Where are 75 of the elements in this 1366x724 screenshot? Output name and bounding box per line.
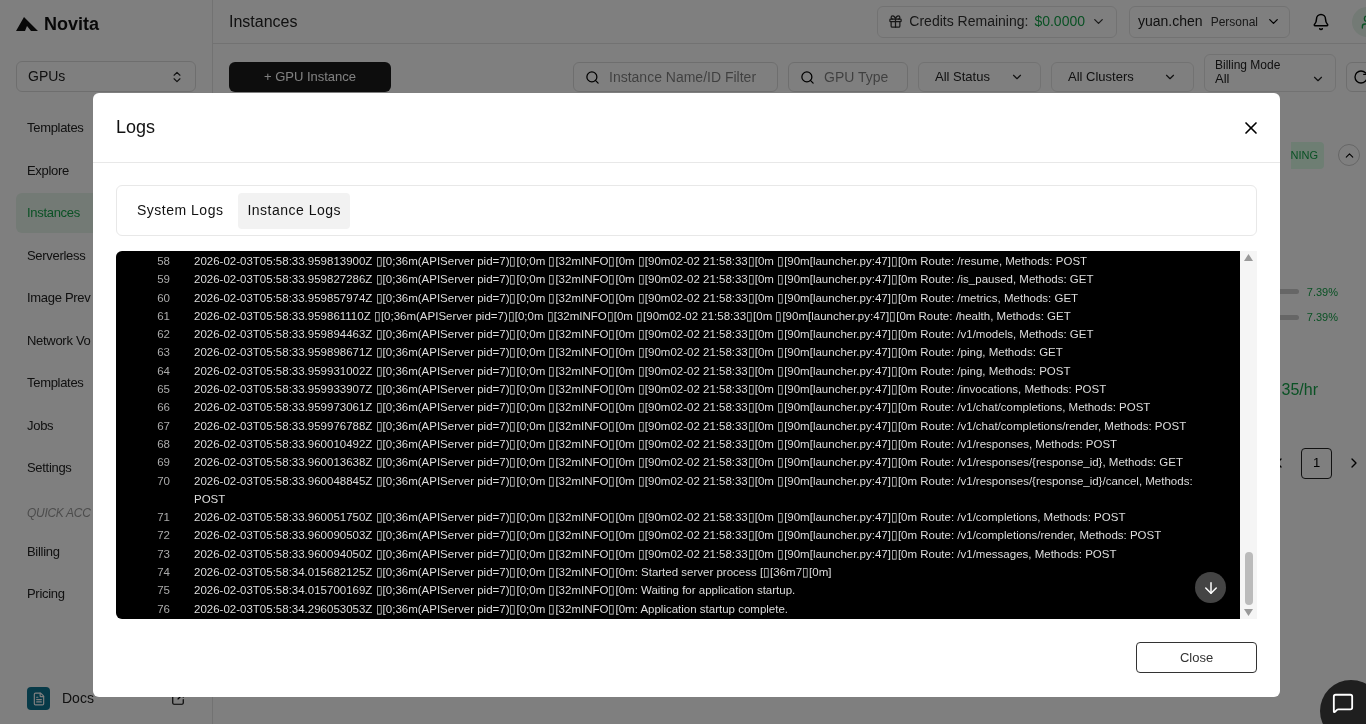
- line-number: 63: [156, 345, 170, 361]
- search-icon: [585, 70, 600, 85]
- log-line: 2026-02-03T05:58:33.959857974Z ▯[0;36m(APIServer pid=7)▯[0;0m ▯[32mINFO▯[0m ▯[90m02-02 21:58:33▯[0m ▯[90m[launcher.py:47]▯[0m Route: /metrics, Methods: GET: [194, 290, 1080, 306]
- logo-icon: [16, 17, 38, 31]
- line-number: 69: [156, 455, 170, 471]
- line-number: 76: [156, 601, 170, 617]
- line-number: 60: [156, 290, 170, 306]
- credits-label: Credits Remaining:: [909, 12, 1029, 31]
- page-title: Instances: [229, 11, 298, 32]
- line-number: 62: [156, 327, 170, 343]
- new-instance-button[interactable]: + GPU Instance: [229, 62, 391, 92]
- log-line: 2026-02-03T05:58:33.960010492Z ▯[0;36m(APIServer pid=7)▯[0;0m ▯[32mINFO▯[0m ▯[90m02-02 21:58:33▯[0m ▯[90m[launcher.py:47]▯[0m Route: /v1/responses, Methods: POST: [194, 436, 1119, 452]
- usage-reading: 7.39%: [1306, 284, 1338, 300]
- product-select[interactable]: GPUs: [16, 61, 196, 92]
- docs-link[interactable]: Docs: [62, 688, 94, 709]
- tab[interactable]: Instance Logs: [238, 192, 351, 229]
- line-number: 65: [156, 382, 170, 398]
- log-line: 2026-02-03T05:58:33.959898671Z ▯[0;36m(APIServer pid=7)▯[0;0m ▯[32mINFO▯[0m ▯[90m02-02 21:58:33▯[0m ▯[90m[launcher.py:47]▯[0m Route: /ping, Methods: GET: [194, 345, 1064, 361]
- dialog-title: Logs: [116, 116, 156, 139]
- line-number: 73: [156, 546, 170, 562]
- log-line: 2026-02-03T05:58:33.959827286Z ▯[0;36m(APIServer pid=7)▯[0;0m ▯[32mINFO▯[0m ▯[90m02-02 21:58:33▯[0m ▯[90m[launcher.py:47]▯[0m Route: /is_paused, Methods: GET: [194, 272, 1095, 288]
- scroll-down-icon[interactable]: [1244, 609, 1253, 616]
- scrollbar-thumb[interactable]: [1244, 552, 1253, 605]
- account-button[interactable]: yuan.chen Personal: [1129, 5, 1290, 38]
- log-line: 2026-02-03T05:58:33.959976788Z ▯[0;36m(APIServer pid=7)▯[0;0m ▯[32mINFO▯[0m ▯[90m02-02 21:58:33▯[0m ▯[90m[launcher.py:47]▯[0m Route: /v1/chat/completions/render, Methods: POST: [194, 418, 1188, 434]
- scroll-to-bottom-button[interactable]: [1195, 572, 1226, 603]
- status-badge: NING: [1290, 142, 1324, 169]
- scroll-up-icon[interactable]: [1244, 254, 1253, 261]
- cluster-select[interactable]: All Clusters: [1051, 62, 1194, 92]
- log-line: 2026-02-03T05:58:33.959933907Z ▯[0;36m(APIServer pid=7)▯[0;0m ▯[32mINFO▯[0m ▯[90m02-02 21:58:33▯[0m ▯[90m[launcher.py:47]▯[0m Route: /invocations, Methods: POST: [194, 382, 1108, 398]
- name-filter-field[interactable]: Instance Name/ID Filter: [573, 62, 778, 92]
- log-line: 2026-02-03T05:58:33.960094050Z ▯[0;36m(APIServer pid=7)▯[0;0m ▯[32mINFO▯[0m ▯[90m02-02 21:58:33▯[0m ▯[90m[launcher.py:47]▯[0m Route: /v1/messages, Methods: POST: [194, 546, 1118, 562]
- line-number: 70: [156, 473, 170, 489]
- usage-reading: 7.39%: [1306, 310, 1338, 325]
- status-select[interactable]: All Status: [918, 62, 1041, 92]
- log-line: 2026-02-03T05:58:33.959894463Z ▯[0;36m(APIServer pid=7)▯[0;0m ▯[32mINFO▯[0m ▯[90m02-02 21:58:33▯[0m ▯[90m[launcher.py:47]▯[0m Route: /v1/models, Methods: GET: [194, 327, 1095, 343]
- log-line: 2026-02-03T05:58:34.015700169Z ▯[0;36m(APIServer pid=7)▯[0;0m ▯[32mINFO▯[0m: Waiting for application startup.: [194, 583, 797, 599]
- search-icon: [800, 70, 815, 85]
- log-line: 2026-02-03T05:58:33.960090503Z ▯[0;36m(APIServer pid=7)▯[0;0m ▯[32mINFO▯[0m ▯[90m02-02 21:58:33▯[0m ▯[90m[launcher.py:47]▯[0m Route: /v1/completions/render, Methods: POST: [194, 528, 1163, 544]
- page-button[interactable]: 1: [1301, 447, 1332, 479]
- line-number: 61: [156, 308, 170, 324]
- docs-icon: [27, 687, 50, 710]
- log-line: 2026-02-03T05:58:33.959973061Z ▯[0;36m(APIServer pid=7)▯[0;0m ▯[32mINFO▯[0m ▯[90m02-02 21:58:33▯[0m ▯[90m[launcher.py:47]▯[0m Route: /v1/chat/completions, Methods: POST: [194, 400, 1152, 416]
- account-type: Personal: [1210, 13, 1258, 31]
- gpu-type-field[interactable]: GPU Type: [788, 62, 908, 92]
- line-number: 67: [156, 418, 170, 434]
- log-line: 2026-02-03T05:58:33.959931002Z ▯[0;36m(APIServer pid=7)▯[0;0m ▯[32mINFO▯[0m ▯[90m02-02 21:58:33▯[0m ▯[90m[launcher.py:47]▯[0m Route: /ping, Methods: POST: [194, 363, 1072, 379]
- close-button[interactable]: Close: [1136, 642, 1257, 673]
- user-name: yuan.chen: [1138, 12, 1203, 31]
- log-line: 2026-02-03T05:58:34.296053053Z ▯[0;36m(APIServer pid=7)▯[0;0m ▯[32mINFO▯[0m: Application startup complete.: [194, 601, 790, 617]
- credits-value: $0.0000: [1034, 12, 1085, 31]
- billing-mode-select[interactable]: Billing Mode All: [1204, 54, 1336, 92]
- refresh-icon: [1353, 69, 1366, 85]
- price-text: 35/hr: [1281, 379, 1318, 400]
- log-line: 2026-02-03T05:58:33.960048845Z ▯[0;36m(APIServer pid=7)▯[0;0m ▯[32mINFO▯[0m ▯[90m02-02 21:58:33▯[0m ▯[90m[launcher.py:47]▯[0m Route: /v1/responses/{response_id}/cancel, Methods: POST: [194, 473, 1194, 507]
- line-number: 75: [156, 583, 170, 599]
- line-number: 66: [156, 400, 170, 416]
- line-number: 59: [156, 272, 170, 288]
- scrollbar[interactable]: [1240, 251, 1257, 619]
- log-line: 2026-02-03T05:58:33.959813900Z ▯[0;36m(APIServer pid=7)▯[0;0m ▯[32mINFO▯[0m ▯[90m02-02 21:58:33▯[0m ▯[90m[launcher.py:47]▯[0m Route: /resume, Methods: POST: [194, 254, 1089, 269]
- line-number: 74: [156, 565, 170, 581]
- notification-icon[interactable]: [1312, 12, 1330, 31]
- log-line: 2026-02-03T05:58:33.960051750Z ▯[0;36m(APIServer pid=7)▯[0;0m ▯[32mINFO▯[0m ▯[90m02-02 21:58:33▯[0m ▯[90m[launcher.py:47]▯[0m Route: /v1/completions, Methods: POST: [194, 510, 1127, 526]
- line-number: 72: [156, 528, 170, 544]
- log-line: 2026-02-03T05:58:33.960013638Z ▯[0;36m(APIServer pid=7)▯[0;0m ▯[32mINFO▯[0m ▯[90m02-02 21:58:33▯[0m ▯[90m[launcher.py:47]▯[0m Route: /v1/responses/{response_id}, Methods: GET: [194, 455, 1184, 471]
- line-number: 58: [156, 254, 170, 269]
- line-number: 68: [156, 436, 170, 452]
- log-line: 2026-02-03T05:58:33.959861110Z ▯[0;36m(APIServer pid=7)▯[0;0m ▯[32mINFO▯[0m ▯[90m02-02 21:58:33▯[0m ▯[90m[launcher.py:47]▯[0m Route: /health, Methods: GET: [194, 308, 1072, 324]
- line-number: 64: [156, 363, 170, 379]
- logo-text: Novita: [44, 12, 99, 36]
- gift-icon: [888, 14, 904, 29]
- line-number: 71: [156, 510, 170, 526]
- chat-icon: [1332, 692, 1354, 714]
- credits-button[interactable]: Credits Remaining: $0.0000: [877, 5, 1117, 38]
- log-line: 2026-02-03T05:58:34.015682125Z ▯[0;36m(APIServer pid=7)▯[0;0m ▯[32mINFO▯[0m: Started server process [▯[36m7▯[0m]: [194, 565, 833, 581]
